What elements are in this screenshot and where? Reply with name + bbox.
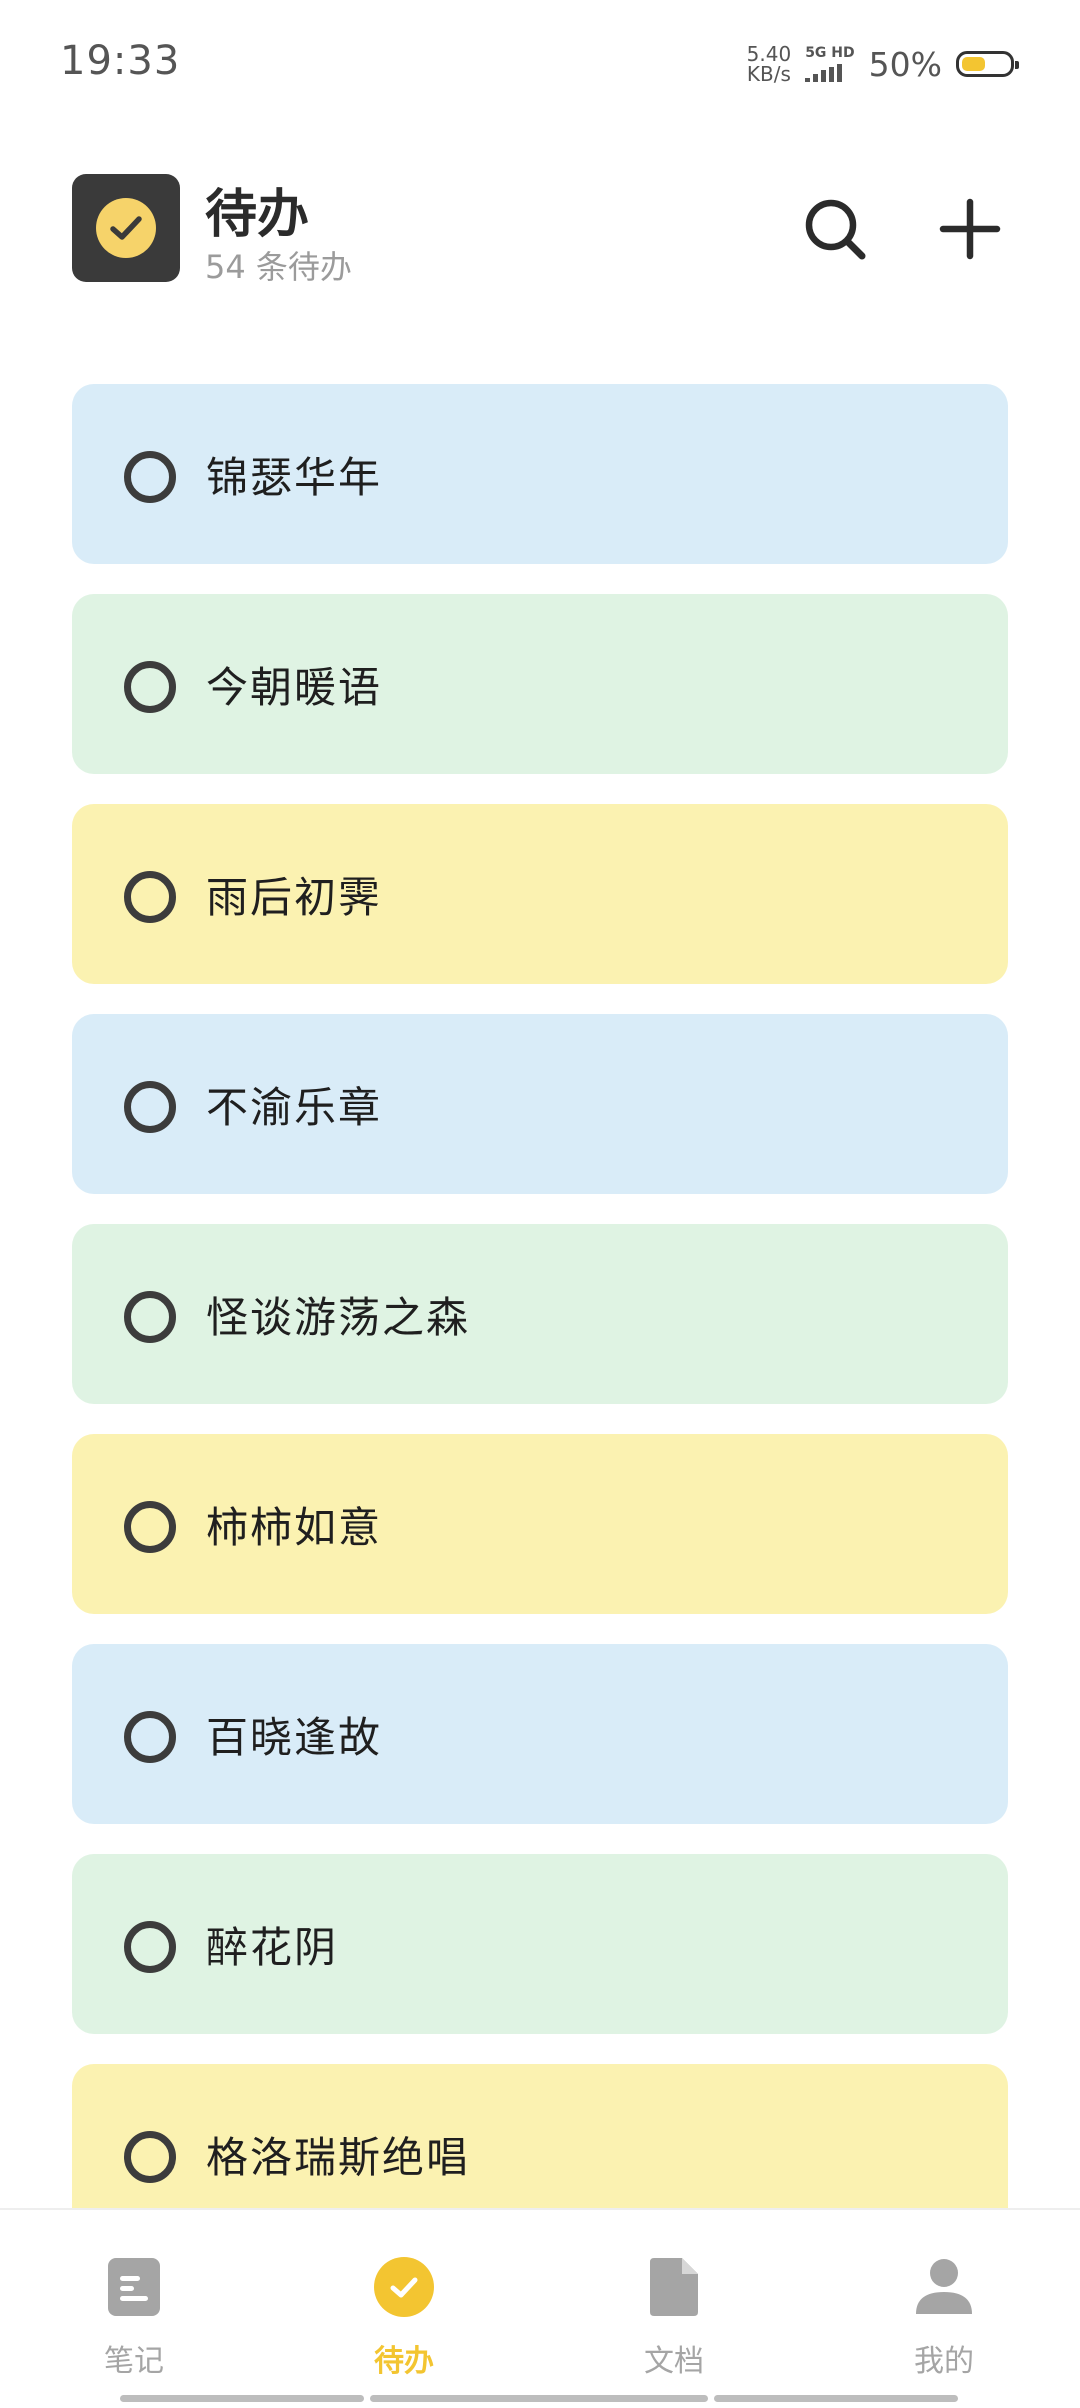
todo-text: 不渝乐章 — [206, 1083, 383, 1132]
nav-label: 待办 — [374, 2344, 434, 2379]
todo-item[interactable]: 格洛瑞斯绝唱 — [72, 2064, 1008, 2208]
todo-checkbox[interactable] — [124, 661, 176, 713]
todo-item[interactable]: 醉花阴 — [72, 1854, 1008, 2034]
nav-tab-todo[interactable]: 待办 — [304, 2210, 504, 2390]
nav-label: 文档 — [644, 2344, 704, 2379]
todo-item[interactable]: 雨后初霁 — [72, 804, 1008, 984]
status-indicators: 5.40 KB/s 5G HD 50% — [747, 44, 1019, 84]
gesture-bar — [714, 2395, 958, 2402]
checkmark-circle-icon — [72, 174, 180, 282]
todo-item[interactable]: 锦瑟华年 — [72, 384, 1008, 564]
todo-item[interactable]: 不渝乐章 — [72, 1014, 1008, 1194]
battery-percentage: 50% — [868, 44, 942, 84]
todo-checkbox[interactable] — [124, 1081, 176, 1133]
document-icon — [650, 2258, 698, 2316]
todo-checkbox[interactable] — [124, 871, 176, 923]
nav-tab-notes[interactable]: 笔记 — [34, 2210, 234, 2390]
bottom-navigation: 笔记 待办 文档 我的 — [0, 2208, 1080, 2408]
battery-icon — [956, 51, 1019, 77]
todo-text: 雨后初霁 — [206, 873, 383, 922]
page-title: 待办 — [205, 185, 310, 245]
todo-text: 百晓逢故 — [206, 1713, 383, 1762]
add-todo-button[interactable] — [935, 194, 1005, 264]
nav-tab-profile[interactable]: 我的 — [844, 2210, 1044, 2390]
profile-icon — [916, 2259, 972, 2314]
screen: 19:33 5.40 KB/s 5G HD 50% 待办 54 条待办 锦瑟华年… — [0, 0, 1080, 2408]
nav-tab-documents[interactable]: 文档 — [574, 2210, 774, 2390]
todo-text: 柿柿如意 — [206, 1503, 383, 1552]
todo-checkbox[interactable] — [124, 1291, 176, 1343]
status-bar: 19:33 5.40 KB/s 5G HD 50% — [0, 0, 1080, 130]
todo-list[interactable]: 锦瑟华年 今朝暖语 雨后初霁 不渝乐章 怪谈游荡之森 柿柿如意 百晓逢故 醉花阴… — [72, 384, 1008, 2208]
todo-item[interactable]: 柿柿如意 — [72, 1434, 1008, 1614]
nav-label: 笔记 — [104, 2344, 164, 2379]
todo-text: 锦瑟华年 — [206, 453, 383, 502]
todo-text: 格洛瑞斯绝唱 — [206, 2133, 471, 2182]
gesture-bar — [370, 2395, 708, 2402]
battery-fill — [962, 57, 985, 71]
todo-item[interactable]: 百晓逢故 — [72, 1644, 1008, 1824]
gesture-bar — [120, 2395, 364, 2402]
status-time: 19:33 — [60, 38, 181, 84]
nav-label: 我的 — [914, 2344, 974, 2379]
todo-checkbox[interactable] — [124, 1921, 176, 1973]
search-button[interactable] — [800, 194, 870, 264]
network-label: 5G HD — [805, 45, 855, 61]
todo-item[interactable]: 怪谈游荡之森 — [72, 1224, 1008, 1404]
todo-text: 今朝暖语 — [206, 663, 383, 712]
todo-checkbox[interactable] — [124, 1501, 176, 1553]
todo-check-icon — [374, 2257, 434, 2317]
todo-text: 醉花阴 — [206, 1923, 339, 1972]
signal-icon: 5G HD — [805, 45, 855, 82]
todo-item[interactable]: 今朝暖语 — [72, 594, 1008, 774]
todo-count: 54 条待办 — [205, 248, 352, 286]
todo-checkbox[interactable] — [124, 1711, 176, 1763]
network-speed-unit: KB/s — [746, 62, 791, 86]
network-speed: 5.40 KB/s — [747, 44, 792, 84]
note-icon — [108, 2258, 160, 2316]
plus-icon — [939, 198, 1001, 260]
todo-checkbox[interactable] — [124, 451, 176, 503]
network-speed-value: 5.40 — [746, 42, 792, 66]
todo-text: 怪谈游荡之森 — [206, 1293, 471, 1342]
todo-checkbox[interactable] — [124, 2131, 176, 2183]
search-icon — [805, 199, 866, 260]
